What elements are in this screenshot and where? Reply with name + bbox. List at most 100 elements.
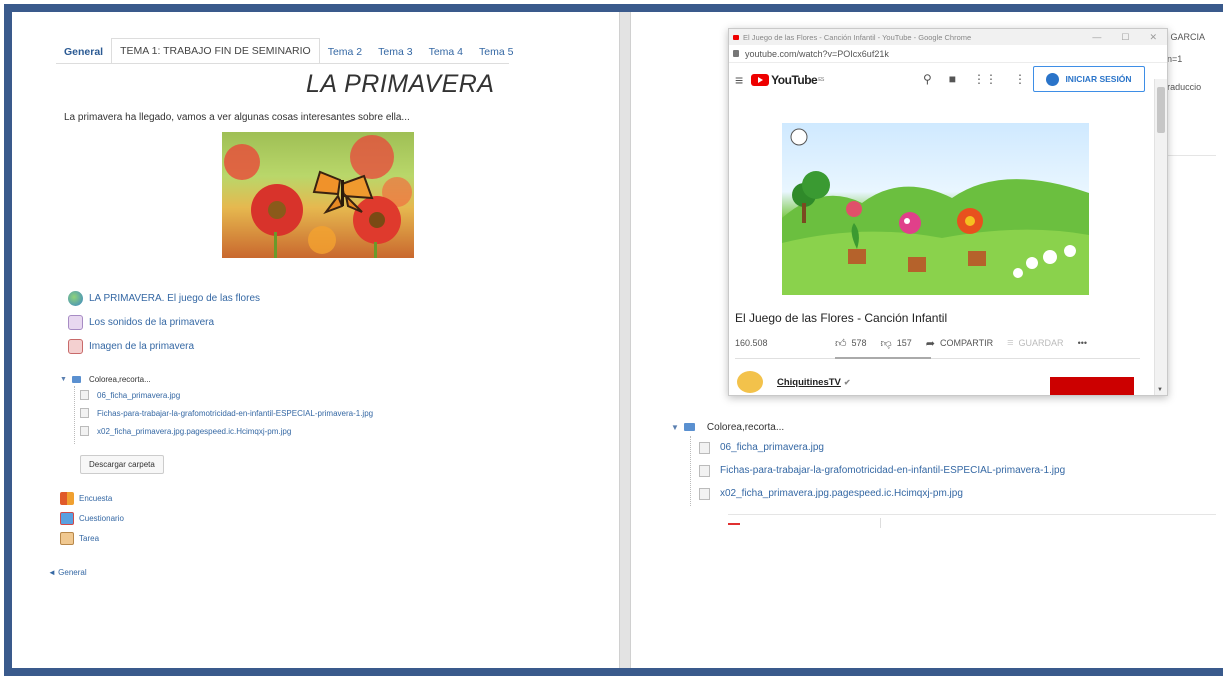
butterfly-flowers-image [222,132,414,258]
page-title: LA PRIMAVERA [306,70,495,98]
download-folder-button[interactable]: Descargar carpeta [80,455,164,474]
survey-icon [60,491,74,505]
youtube-region: ES [818,77,824,83]
extra-activities: Encuesta Cuestionario Tarea [60,488,124,548]
image-file-icon [80,408,89,418]
folder-icon [683,423,695,431]
folder-name[interactable]: Colorea,recorta... [707,422,784,433]
video-camera-icon[interactable]: ■ [949,72,956,86]
youtube-logo-text: YouTube [771,73,818,87]
folder-root[interactable]: ▼ Colorea,recorta... [60,372,373,386]
activity-juego-flores[interactable]: LA PRIMAVERA. El juego de las flores [68,286,260,310]
dislike-count: 157 [896,338,912,348]
tab-tema-4[interactable]: Tema 4 [421,40,471,64]
tab-general[interactable]: General [56,40,111,64]
folder-file[interactable]: x02_ficha_primavera.jpg.pagespeed.ic.Hci… [80,422,373,440]
folder-file[interactable]: x02_ficha_primavera.jpg.pagespeed.ic.Hci… [699,482,1065,505]
save-label: GUARDAR [1018,338,1064,348]
tab-tema-5[interactable]: Tema 5 [471,40,521,64]
activity-cuestionario[interactable]: Cuestionario [60,508,124,528]
channel-avatar[interactable] [737,371,763,393]
activity-list: LA PRIMAVERA. El juego de las flores Los… [68,286,260,358]
sign-in-button[interactable]: INICIAR SESIÓN [1033,66,1145,92]
lock-icon [733,50,739,57]
activity-label[interactable]: Encuesta [79,494,112,503]
youtube-header: ≡ YouTube ES ⚲ ■ ⋮⋮ ⋮ INICIAR SESIÓN [729,63,1167,97]
share-button[interactable]: ➦ COMPARTIR [926,337,993,350]
scroll-down-arrow-icon[interactable]: ▼ [1157,387,1163,393]
activity-encuesta[interactable]: Encuesta [60,488,124,508]
scrollbar-thumb[interactable] [1157,87,1165,133]
playlist-add-icon: ≡ [1007,337,1014,349]
back-to-general-link[interactable]: ◄ General [48,568,87,577]
maximize-icon[interactable]: ☐ [1121,32,1129,43]
youtube-header-icons: ⚲ ■ ⋮⋮ ⋮ [923,72,1026,86]
background-tick [880,518,881,528]
caret-down-icon[interactable]: ▼ [60,376,67,383]
meta-divider [735,358,1140,359]
panel-divider [619,12,631,668]
video-title: El Juego de las Flores - Canción Infanti… [735,311,948,325]
like-count: 578 [851,338,867,348]
folder-name[interactable]: Colorea,recorta... [89,375,151,384]
thumbs-up-icon: 👍︎ [835,337,847,350]
folder-file[interactable]: 06_ficha_primavera.jpg [699,436,1065,459]
quiz-icon [60,511,74,525]
channel-name[interactable]: ChiquitinesTV [777,377,841,388]
file-name[interactable]: Fichas-para-trabajar-la-grafomotricidad-… [97,409,373,418]
dislike-button[interactable]: 👎︎ 157 [881,337,912,350]
activity-label[interactable]: Imagen de la primavera [89,341,194,352]
channel-row[interactable]: ChiquitinesTV ✔ [737,371,851,393]
more-actions-button[interactable]: ••• [1078,338,1087,348]
address-bar[interactable]: youtube.com/watch?v=POIcx6uf21k [729,45,1167,63]
file-name[interactable]: Fichas-para-trabajar-la-grafomotricidad-… [720,465,1065,476]
image-icon [68,338,83,354]
activity-label[interactable]: Cuestionario [79,514,124,523]
sign-in-label: INICIAR SESIÓN [1065,74,1132,84]
background-divider [728,514,1216,515]
verified-icon: ✔ [843,377,851,387]
file-name[interactable]: x02_ficha_primavera.jpg.pagespeed.ic.Hci… [720,488,963,499]
activity-imagen[interactable]: Imagen de la primavera [68,334,260,358]
scrollbar[interactable]: ▼ [1154,79,1167,395]
share-label: COMPARTIR [939,338,994,348]
section-tabs: General TEMA 1: TRABAJO FIN DE SEMINARIO… [56,38,521,64]
close-icon[interactable]: ✕ [1149,32,1157,43]
file-name[interactable]: x02_ficha_primavera.jpg.pagespeed.ic.Hci… [97,427,291,436]
activity-label[interactable]: LA PRIMAVERA. El juego de las flores [89,293,260,304]
folder-icon [71,375,81,383]
chrome-popup-window[interactable]: El Juego de las Flores - Canción Infanti… [728,28,1168,396]
folder-tree: ▼ Colorea,recorta... 06_ficha_primavera.… [671,418,1065,506]
url-text[interactable]: youtube.com/watch?v=POIcx6uf21k [745,49,889,59]
menu-icon[interactable]: ≡ [735,72,743,88]
folder-file[interactable]: 06_ficha_primavera.jpg [80,386,373,404]
youtube-logo[interactable]: YouTube ES [751,73,824,87]
tab-tema-2[interactable]: Tema 2 [320,40,370,64]
folder-tree: ▼ Colorea,recorta... 06_ficha_primavera.… [60,372,373,444]
activity-sonidos[interactable]: Los sonidos de la primavera [68,310,260,334]
file-name[interactable]: 06_ficha_primavera.jpg [720,442,824,453]
activity-label[interactable]: Los sonidos de la primavera [89,317,214,328]
folder-root[interactable]: ▼ Colorea,recorta... [671,418,1065,436]
like-button[interactable]: 👍︎ 578 [835,337,867,350]
search-icon[interactable]: ⚲ [923,72,932,86]
video-player[interactable] [782,123,1089,295]
tab-tema-3[interactable]: Tema 3 [370,40,420,64]
folder-file[interactable]: Fichas-para-trabajar-la-grafomotricidad-… [80,404,373,422]
caret-down-icon[interactable]: ▼ [671,423,679,432]
subscribe-button[interactable] [1050,377,1134,395]
image-file-icon [80,426,89,436]
account-icon [1046,72,1060,86]
apps-grid-icon[interactable]: ⋮⋮ [973,72,997,86]
course-page-with-popup: S GARCIA on=1 Traduccio El Juego de las … [631,12,1223,668]
more-vert-icon[interactable]: ⋮ [1014,72,1026,86]
activity-tarea[interactable]: Tarea [60,528,124,548]
folder-file[interactable]: Fichas-para-trabajar-la-grafomotricidad-… [699,459,1065,482]
minimize-icon[interactable]: — [1092,32,1101,43]
save-button[interactable]: ≡ GUARDAR [1007,337,1063,349]
window-title-bar[interactable]: El Juego de las Flores - Canción Infanti… [729,29,1167,45]
activity-label[interactable]: Tarea [79,534,99,543]
file-name[interactable]: 06_ficha_primavera.jpg [97,391,180,400]
background-user-name: S GARCIA [1162,32,1206,42]
tab-tema-1[interactable]: TEMA 1: TRABAJO FIN DE SEMINARIO [111,38,320,64]
